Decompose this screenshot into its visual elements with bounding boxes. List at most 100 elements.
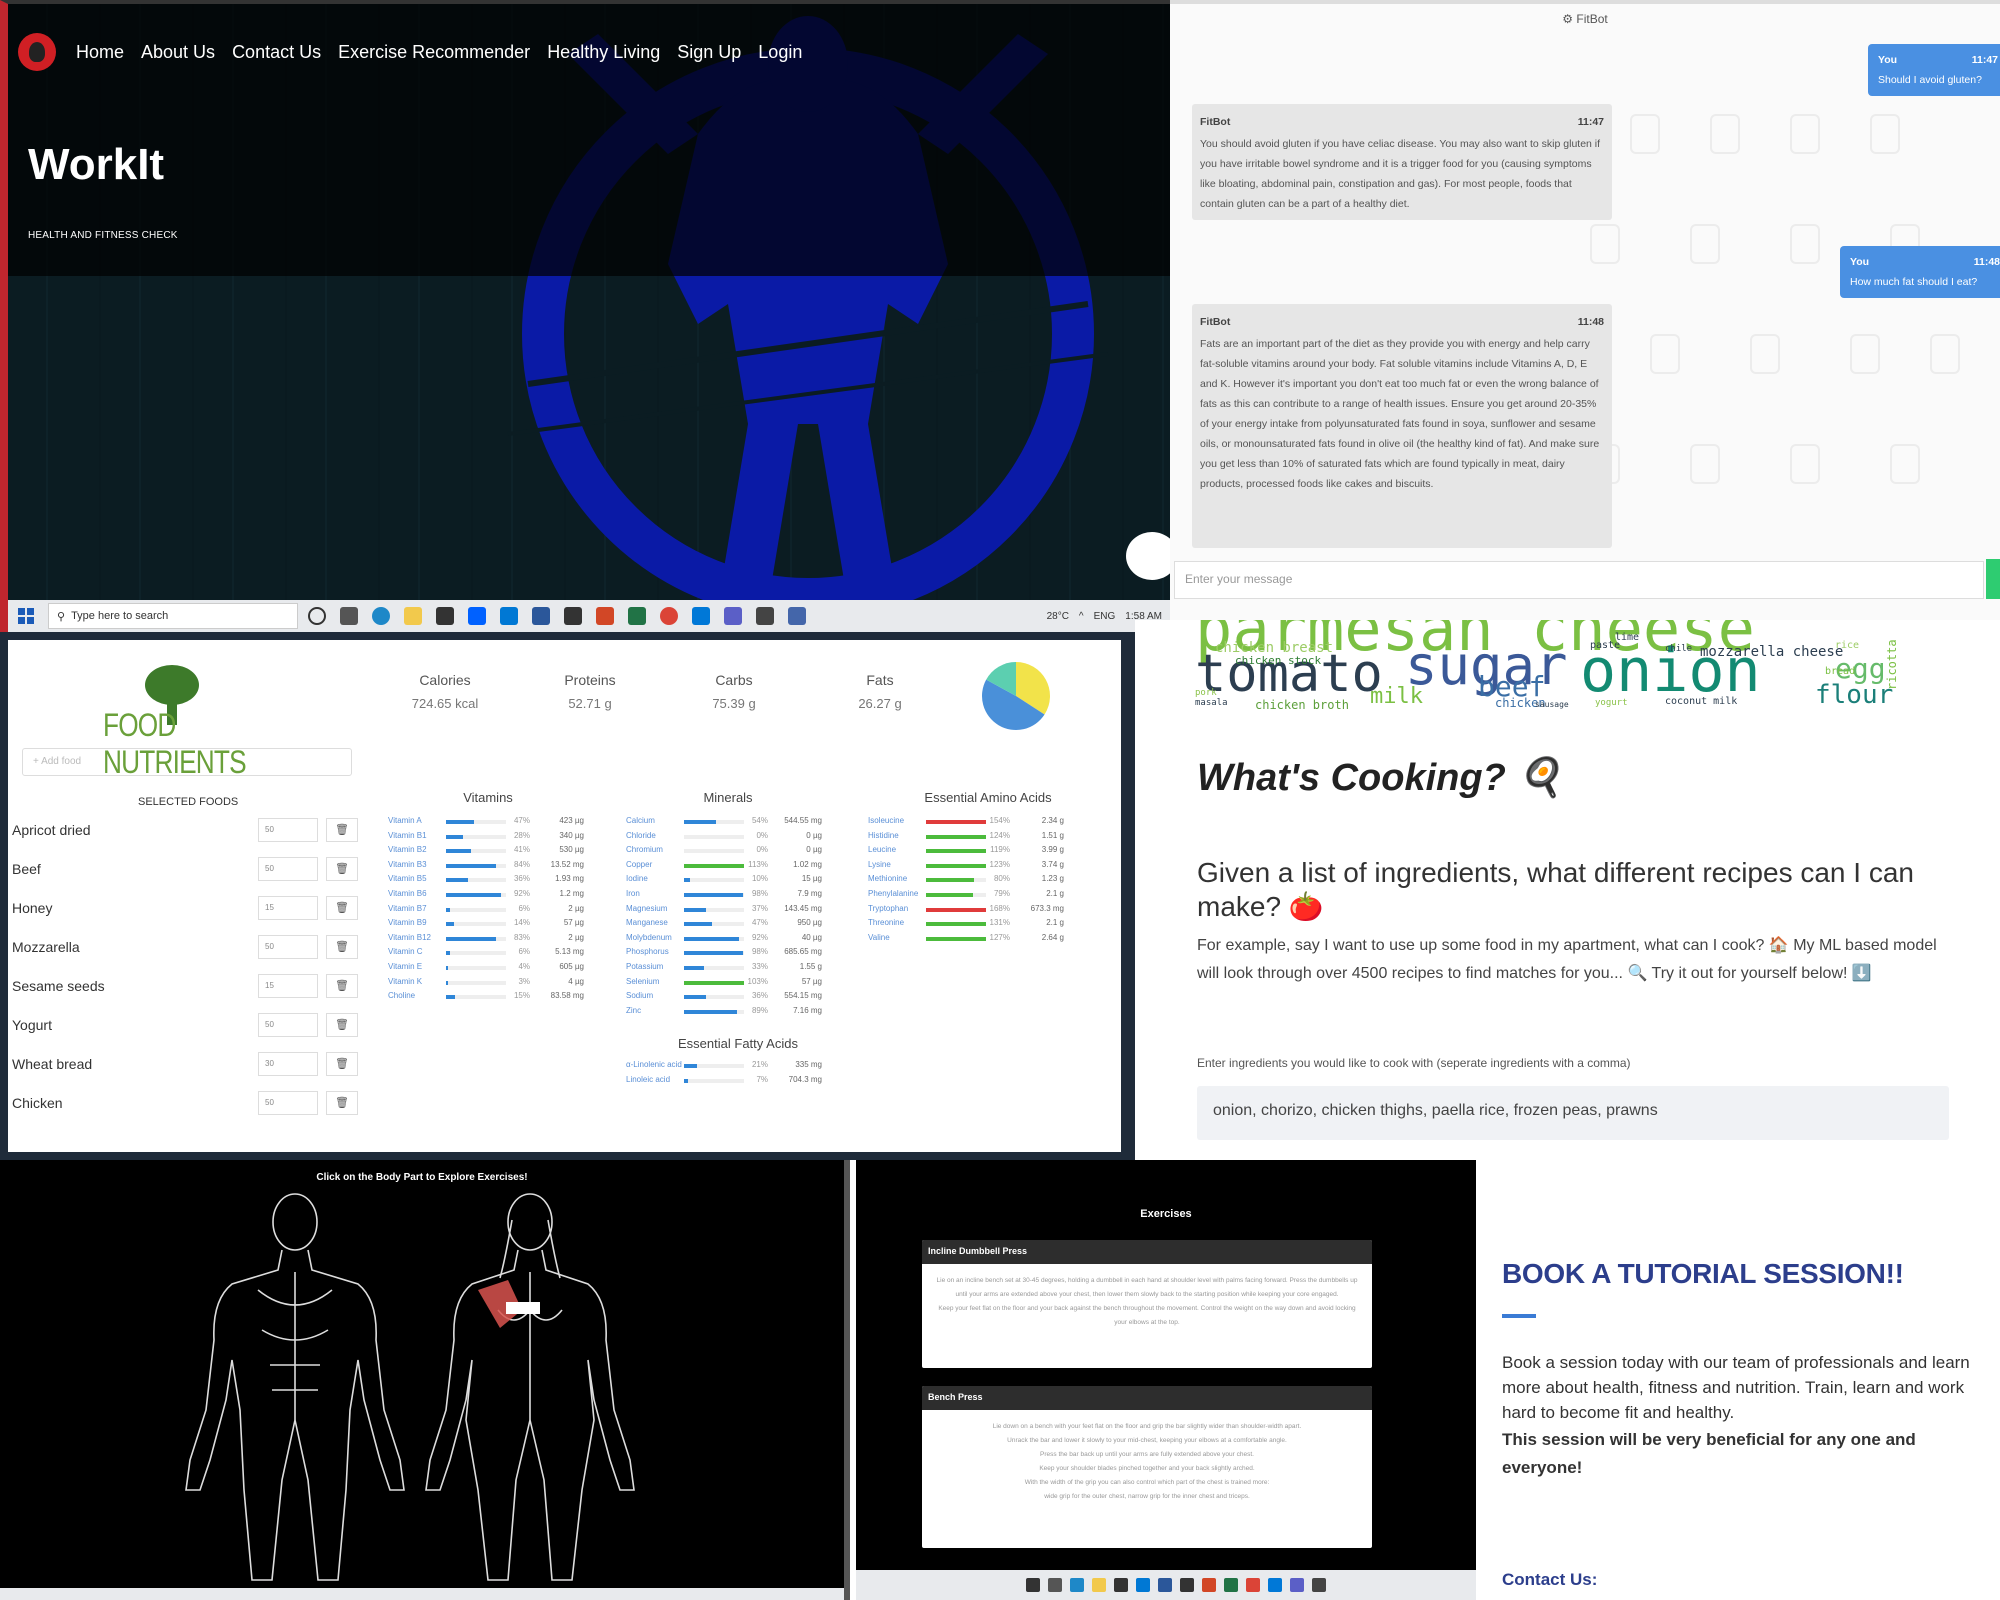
nav-home[interactable]: Home xyxy=(76,42,124,63)
nutrient-bar-fill xyxy=(446,922,455,927)
nutrient-bar xyxy=(684,863,744,868)
chat-message-input[interactable]: Enter your message xyxy=(1174,561,1984,599)
nutrient-amount: 2.1 g xyxy=(1046,918,1064,928)
food-quantity-input[interactable]: 15 xyxy=(258,896,318,920)
nav-healthy-living[interactable]: Healthy Living xyxy=(547,42,660,63)
nutrient-percent: 79% xyxy=(993,889,1010,898)
nutrient-bar-fill xyxy=(684,995,706,1000)
app-icon[interactable] xyxy=(1268,1578,1282,1592)
nutrient-bar-fill xyxy=(926,878,974,883)
file-explorer-icon[interactable] xyxy=(404,607,422,625)
app-icon[interactable] xyxy=(1136,1578,1150,1592)
trash-icon[interactable]: 🗑 xyxy=(326,818,358,842)
app-icon[interactable] xyxy=(1070,1578,1084,1592)
dropbox-icon[interactable] xyxy=(468,607,486,625)
nutrient-percent: 15% xyxy=(513,991,530,1001)
trash-icon[interactable]: 🗑 xyxy=(326,974,358,998)
selected-food-row: Honey 15 🗑 xyxy=(12,896,362,926)
total-value: 26.27 g xyxy=(858,696,902,711)
chrome-icon[interactable] xyxy=(660,607,678,625)
trash-icon[interactable]: 🗑 xyxy=(326,1013,358,1037)
word-cloud-term: pork xyxy=(1195,688,1217,698)
nutrient-row: Phosphorus 98% 685.65 mg xyxy=(626,947,826,961)
app-icon[interactable] xyxy=(1158,1578,1172,1592)
nutrient-percent: 0% xyxy=(756,830,768,840)
nutrient-name: Vitamin B7 xyxy=(388,903,427,913)
food-quantity-input[interactable]: 30 xyxy=(258,1052,318,1076)
top-nav: Home About Us Contact Us Exercise Recomm… xyxy=(18,22,819,82)
food-quantity-input[interactable]: 50 xyxy=(258,1013,318,1037)
chevron-up-icon[interactable]: ^ xyxy=(1079,611,1084,622)
word-icon[interactable] xyxy=(532,607,550,625)
nutrient-percent: 113% xyxy=(748,859,768,869)
edge-icon[interactable] xyxy=(372,607,390,625)
word-cloud-term: ricotta xyxy=(1885,639,1899,690)
food-quantity-input[interactable]: 50 xyxy=(258,857,318,881)
snip-icon[interactable] xyxy=(756,607,774,625)
nav-login[interactable]: Login xyxy=(758,42,802,63)
nutrient-bar xyxy=(684,849,744,854)
chat-bubble-icon[interactable] xyxy=(1126,532,1170,580)
nutrient-bar xyxy=(446,863,506,868)
nutrient-bar xyxy=(684,834,744,839)
nutrient-bar xyxy=(926,820,986,824)
nav-exercise-recommender[interactable]: Exercise Recommender xyxy=(338,42,530,63)
weather-readout[interactable]: 28°C xyxy=(1047,611,1069,622)
trash-icon[interactable]: 🗑 xyxy=(326,935,358,959)
store-icon[interactable] xyxy=(436,607,454,625)
trash-icon[interactable]: 🗑 xyxy=(326,896,358,920)
nutrient-row: Zinc 89% 7.16 mg xyxy=(626,1006,826,1020)
ingredients-input[interactable]: onion, chorizo, chicken thighs, paella r… xyxy=(1197,1086,1949,1140)
add-food-input[interactable]: + Add food xyxy=(22,748,352,776)
female-figure[interactable] xyxy=(425,1193,635,1581)
terminal-icon[interactable] xyxy=(564,607,582,625)
nutrient-amount: 2 µg xyxy=(568,903,584,913)
trash-icon[interactable]: 🗑 xyxy=(326,857,358,881)
vscode-icon[interactable] xyxy=(692,607,710,625)
trash-icon[interactable]: 🗑 xyxy=(326,1091,358,1115)
mail-icon[interactable] xyxy=(500,607,518,625)
windows-start-icon[interactable] xyxy=(18,608,34,624)
exercise-card[interactable]: Incline Dumbbell Press Lie on an incline… xyxy=(922,1240,1372,1368)
excel-icon[interactable] xyxy=(628,607,646,625)
app-icon[interactable] xyxy=(788,607,806,625)
message-time: 11:48 xyxy=(1577,316,1604,328)
teams-icon[interactable] xyxy=(724,607,742,625)
exercise-card[interactable]: Bench Press Lie down on a bench with you… xyxy=(922,1386,1372,1548)
app-icon[interactable] xyxy=(1246,1578,1260,1592)
app-icon[interactable] xyxy=(1290,1578,1304,1592)
app-icon[interactable] xyxy=(1224,1578,1238,1592)
app-icon[interactable] xyxy=(1026,1578,1040,1592)
app-icon[interactable] xyxy=(1092,1578,1106,1592)
nutrient-percent: 41% xyxy=(513,845,530,855)
powerpoint-icon[interactable] xyxy=(596,607,614,625)
nav-contact[interactable]: Contact Us xyxy=(232,42,321,63)
app-icon[interactable] xyxy=(1312,1578,1326,1592)
language-indicator[interactable]: ENG xyxy=(1094,611,1116,622)
food-quantity-input[interactable]: 50 xyxy=(258,935,318,959)
food-quantity-input[interactable]: 50 xyxy=(258,1091,318,1115)
contact-us-link[interactable]: Contact Us: xyxy=(1502,1570,1597,1590)
nav-signup[interactable]: Sign Up xyxy=(677,42,741,63)
nutrient-name: Calcium xyxy=(626,816,655,825)
food-quantity-input[interactable]: 50 xyxy=(258,818,318,842)
male-figure[interactable] xyxy=(185,1193,405,1581)
taskbar-search[interactable]: ⚲ Type here to search xyxy=(48,603,298,629)
food-quantity-input[interactable]: 15 xyxy=(258,974,318,998)
brand-logo[interactable] xyxy=(18,33,56,71)
trash-icon[interactable]: 🗑 xyxy=(326,1052,358,1076)
send-button[interactable] xyxy=(1986,559,2000,599)
app-icon[interactable] xyxy=(1202,1578,1216,1592)
nutrient-bar xyxy=(446,878,506,883)
nutrient-bar xyxy=(926,849,986,854)
app-icon[interactable] xyxy=(1114,1578,1128,1592)
nutrient-name: Selenium xyxy=(626,976,660,986)
task-view-icon[interactable] xyxy=(340,607,358,625)
nutrient-percent: 10% xyxy=(751,874,768,884)
nav-about[interactable]: About Us xyxy=(141,42,215,63)
app-icon[interactable] xyxy=(1180,1578,1194,1592)
app-icon[interactable] xyxy=(1048,1578,1062,1592)
cortana-icon[interactable] xyxy=(308,607,326,625)
message-sender: FitBot xyxy=(1200,316,1231,328)
nutrient-percent: 84% xyxy=(513,859,530,869)
